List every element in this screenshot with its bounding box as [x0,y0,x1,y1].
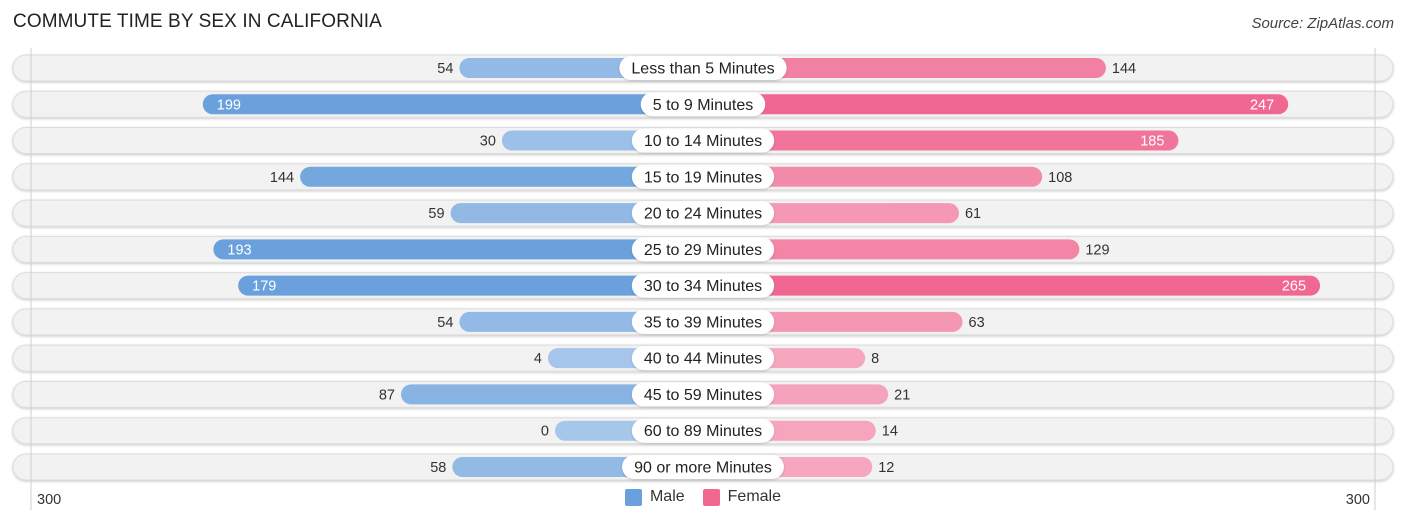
bar-male[interactable] [202,94,703,115]
legend: Male Female [0,488,1406,506]
value-label-female: 14 [882,424,898,440]
value-label-male: 54 [437,315,453,331]
value-label-male: 58 [430,460,446,476]
bar-female[interactable] [703,94,1289,115]
category-label: 30 to 34 Minutes [644,278,762,295]
value-label-male: 179 [252,279,276,295]
legend-label-female: Female [727,488,782,505]
value-label-male: 87 [379,387,395,403]
category-label: 35 to 39 Minutes [644,314,762,331]
value-label-female: 63 [969,315,985,331]
value-label-female: 144 [1112,61,1136,77]
category-label: 10 to 14 Minutes [644,133,762,150]
bar-male[interactable] [213,239,703,260]
legend-label-male: Male [649,488,685,505]
value-label-male: 0 [541,424,549,440]
chart-canvas: Less than 5 Minutes54 1445 to 9 Minutes19… [12,48,1394,510]
value-label-female: 12 [878,460,894,476]
value-label-female: 185 [1140,134,1164,150]
category-label: 15 to 19 Minutes [644,169,762,186]
value-label-male: 144 [270,170,294,186]
value-label-male: 193 [227,242,251,258]
value-label-female: 21 [894,387,910,403]
legend-swatch-female [702,488,720,506]
value-label-female: 108 [1048,170,1072,186]
value-label-male: 4 [534,351,542,367]
value-label-male: 199 [217,97,241,113]
category-label: Less than 5 Minutes [631,61,774,78]
legend-item-female[interactable]: Female [702,488,782,506]
legend-swatch-male [624,488,642,506]
category-label: 5 to 9 Minutes [653,97,754,114]
value-label-female: 8 [871,351,879,367]
value-label-male: 30 [480,134,496,150]
category-label: 40 to 44 Minutes [644,351,762,368]
category-label: 20 to 24 Minutes [644,206,762,223]
value-label-female: 247 [1250,97,1274,113]
category-label: 60 to 89 Minutes [644,423,762,440]
category-label: 25 to 29 Minutes [644,242,762,259]
legend-item-male[interactable]: Male [624,488,685,506]
value-label-male: 54 [437,61,453,77]
value-label-female: 129 [1085,242,1109,258]
value-label-female: 61 [965,206,981,222]
value-label-male: 59 [428,206,444,222]
category-label: 45 to 59 Minutes [644,387,762,404]
bar-female[interactable] [703,130,1179,151]
value-label-female: 265 [1282,279,1306,295]
category-label: 90 or more Minutes [634,459,772,476]
bar-female[interactable] [703,275,1321,296]
